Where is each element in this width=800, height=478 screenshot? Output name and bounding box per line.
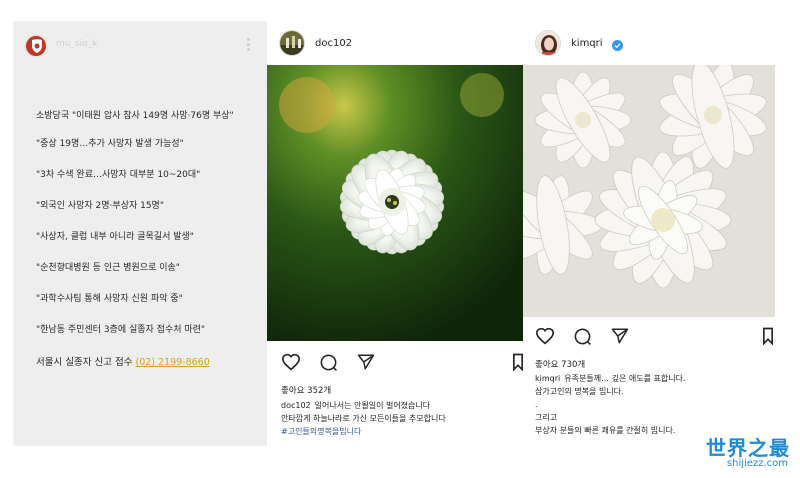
post-header: kimqri — [535, 30, 765, 58]
story-line: "3차 수색 완료…사망자 대부분 10~20대" — [36, 170, 201, 180]
contact-phone-link[interactable]: (02) 2199-8660 — [136, 357, 210, 368]
post-header: doc102 — [279, 30, 509, 58]
post-username[interactable]: doc102 — [315, 38, 352, 49]
comment-icon[interactable] — [573, 327, 592, 350]
caption-line: 삼가고인의 명복을 빕니다. — [535, 387, 624, 396]
post-doc102: doc102 좋아요 352개 doc102 일어나서는 안될일이 벌어졌습니다… — [267, 22, 523, 445]
verified-badge-icon — [612, 40, 623, 51]
caption-username[interactable]: kimqri — [535, 374, 560, 383]
story-line: 소방당국 "이태원 압사 참사 149명 사망·76명 부상" — [36, 111, 234, 121]
post-photo-white-chrysanthemum[interactable] — [267, 65, 523, 341]
post-actions — [281, 353, 523, 376]
post-actions — [535, 327, 775, 349]
story-line: "중상 19명…추가 사망자 발생 가능성" — [36, 139, 184, 149]
comment-icon[interactable] — [319, 353, 338, 376]
caption-line: 일어나서는 안될일이 벌어졌습니다 — [314, 401, 431, 410]
more-vertical-icon[interactable] — [247, 38, 251, 53]
contact-label: 서울시 실종자 신고 접수 — [36, 357, 133, 368]
story-line: "한남동 주민센터 3층에 실종자 접수처 마련" — [36, 325, 206, 335]
likes-count[interactable]: 좋아요 352개 — [281, 384, 331, 396]
story-line: "순천향대병원 등 인근 병원으로 이송" — [36, 263, 180, 273]
heart-icon[interactable] — [535, 327, 555, 349]
story-panel: mu_sio_k 소방당국 "이태원 압사 참사 149명 사망·76명 부상"… — [14, 22, 267, 445]
bookmark-icon[interactable] — [763, 327, 773, 349]
send-icon[interactable] — [611, 327, 629, 349]
post-kimqri: kimqri 좋아요 730개 kimqri 유족분들께… 깊은 애도를 표합니… — [523, 22, 779, 445]
story-username[interactable]: mu_sio_k — [56, 39, 97, 49]
post-photo-white-chrysanthemums[interactable] — [523, 65, 775, 317]
story-line: "과학수사팀 통해 사망자 신원 파악 중" — [36, 294, 183, 304]
caption-line: 안타깝게 하늘나라로 가신 모든이들을 추모합니다 — [281, 414, 446, 423]
likes-count[interactable]: 좋아요 730개 — [535, 358, 585, 370]
watermark-url: shijiezz.com — [726, 458, 788, 469]
story-text-list: 소방당국 "이태원 압사 참사 149명 사망·76명 부상" "중상 19명…… — [36, 109, 258, 368]
hashtag-link[interactable]: #고인들의명복을빕니다 — [281, 425, 516, 438]
caption-line: . — [535, 400, 538, 409]
story-line: "외국인 사망자 2명·부상자 15명" — [36, 201, 164, 211]
avatar[interactable] — [279, 30, 305, 56]
watermark-title: 世界之最 — [706, 436, 790, 460]
post-username[interactable]: kimqri — [571, 38, 603, 49]
missing-person-contact: 서울시 실종자 신고 접수 (02) 2199-8660 — [36, 354, 258, 368]
story-avatar[interactable] — [24, 34, 48, 58]
story-line: "사상자, 클럽 내부 아니라 골목길서 발생" — [36, 232, 194, 242]
heart-icon[interactable] — [281, 353, 301, 375]
bookmark-icon[interactable] — [513, 353, 523, 375]
post-caption: kimqri 유족분들께… 깊은 애도를 표합니다. 삼가고인의 명복을 빕니다.… — [535, 372, 775, 437]
post-caption: doc102 일어나서는 안될일이 벌어졌습니다 안타깝게 하늘나라로 가신 모든… — [281, 399, 516, 438]
caption-username[interactable]: doc102 — [281, 401, 311, 410]
story-header: mu_sio_k — [24, 34, 257, 60]
avatar[interactable] — [535, 30, 561, 56]
caption-line: 그리고 — [535, 413, 558, 422]
send-icon[interactable] — [357, 353, 375, 375]
caption-line: 유족분들께… 깊은 애도를 표합니다. — [564, 374, 686, 383]
